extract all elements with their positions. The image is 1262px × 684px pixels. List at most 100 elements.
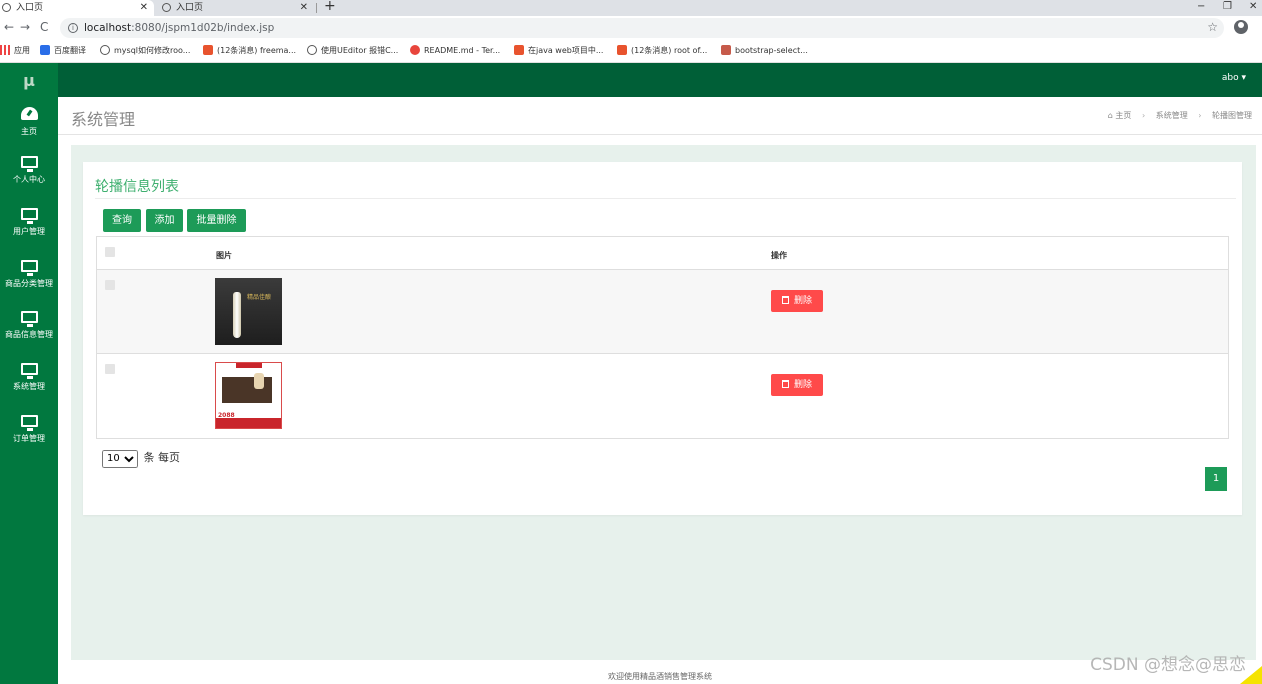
bookmark-apps[interactable]: 应用 <box>0 45 30 56</box>
bottle-promo-image: 精品佳酿 <box>215 278 282 345</box>
monitor-icon <box>20 415 38 431</box>
table-row: 精品佳酿 删除 <box>97 270 1228 354</box>
bookmark-label: bootstrap-select... <box>735 46 808 55</box>
url-host: localhost <box>84 22 132 34</box>
bookmark-item[interactable]: bootstrap-select... <box>721 45 808 56</box>
app-logo[interactable]: μ <box>0 71 58 90</box>
sidebar-item-label: 商品信息管理 <box>5 330 53 339</box>
dashboard-icon <box>20 107 38 120</box>
bookmark-item[interactable]: mysql如何修改roo... <box>100 45 190 56</box>
browser-tab-active[interactable]: 入口页 ✕ <box>0 0 154 16</box>
sidebar-item-system-management[interactable]: 系统管理 <box>0 363 58 392</box>
bookmark-label: 在java web项目中... <box>528 46 604 55</box>
browser-tab-bar: 入口页 ✕ 入口页 ✕ + − ❐ ✕ <box>0 0 1262 16</box>
promo-banner <box>216 418 281 428</box>
query-button[interactable]: 查询 <box>103 209 141 232</box>
page-size-suffix: 条 每页 <box>143 451 181 464</box>
github-icon <box>307 45 317 55</box>
add-button[interactable]: 添加 <box>146 209 183 232</box>
giftbox-graphic <box>222 377 272 403</box>
user-menu-dropdown[interactable]: abo ▾ <box>1222 73 1246 83</box>
translate-icon <box>40 45 50 55</box>
jar-graphic <box>254 373 264 389</box>
batch-delete-button[interactable]: 批量删除 <box>187 209 246 232</box>
delete-button[interactable]: 删除 <box>771 374 823 396</box>
bootstrap-icon <box>721 45 731 55</box>
bookmarks-bar: 应用 百度翻译 mysql如何修改roo... (12条消息) freema..… <box>0 40 1262 63</box>
bookmark-label: 使用UEditor 报错C... <box>321 46 399 55</box>
monitor-icon <box>20 260 38 276</box>
tab-close-icon[interactable]: ✕ <box>300 0 308 16</box>
tab-label: 入口页 <box>16 3 44 13</box>
bookmark-item[interactable]: 在java web项目中... <box>514 45 603 56</box>
image-caption: 精品佳酿 <box>247 294 272 301</box>
csdn-watermark: CSDN @想念@思恋 <box>1090 655 1246 675</box>
window-close-button[interactable]: ✕ <box>1249 0 1257 14</box>
delete-button[interactable]: 删除 <box>771 290 823 312</box>
row-checkbox[interactable] <box>105 280 115 290</box>
csdn-icon <box>617 45 627 55</box>
bookmark-item[interactable]: README.md - Ter... <box>410 45 500 56</box>
restore-button[interactable]: ❐ <box>1223 0 1232 14</box>
url-field[interactable]: i localhost:8080/jspm1d02b/index.jsp ☆ <box>60 18 1224 38</box>
sidebar-item-home[interactable]: 主页 <box>0 107 58 137</box>
bookmark-label: mysql如何修改roo... <box>114 46 191 55</box>
breadcrumb: ⌂ 主页 › 系统管理 › 轮播图管理 <box>1108 110 1252 121</box>
sidebar-item-category-management[interactable]: 商品分类管理 <box>0 260 58 289</box>
carousel-table: 图片 操作 精品佳酿 删除 2088 删除 <box>96 236 1229 439</box>
bookmark-item[interactable]: 百度翻译 <box>40 45 86 56</box>
sidebar-item-order-management[interactable]: 订单管理 <box>0 415 58 444</box>
bookmark-item[interactable]: (12条消息) freema... <box>203 45 296 56</box>
select-all-checkbox[interactable] <box>105 247 115 257</box>
globe-icon <box>162 3 171 12</box>
row-checkbox[interactable] <box>105 364 115 374</box>
panel-title: 轮播信息列表 <box>95 179 179 195</box>
monitor-icon <box>20 156 38 172</box>
bookmark-label: README.md - Ter... <box>424 46 501 55</box>
new-tab-button[interactable]: + <box>324 0 336 14</box>
sidebar-item-label: 个人中心 <box>13 175 45 184</box>
delete-label: 删除 <box>793 380 812 390</box>
bookmark-star-icon[interactable]: ☆ <box>1207 20 1218 34</box>
promo-ribbon <box>236 363 262 368</box>
url-text[interactable]: localhost:8080/jspm1d02b/index.jsp <box>84 22 274 34</box>
page-header: 系统管理 ⌂ 主页 › 系统管理 › 轮播图管理 <box>58 97 1262 135</box>
bookmark-label: 百度翻译 <box>54 46 86 55</box>
home-icon: ⌂ <box>1107 111 1113 120</box>
sidebar-item-label: 用户管理 <box>13 227 45 236</box>
breadcrumb-system[interactable]: 系统管理 <box>1156 111 1188 120</box>
browser-tab[interactable]: 入口页 ✕ <box>160 0 314 16</box>
page-size-control: 10 条 每页 <box>102 449 180 468</box>
info-icon[interactable]: i <box>68 23 78 33</box>
top-navbar: abo ▾ <box>58 63 1262 97</box>
page-size-select[interactable]: 10 <box>102 449 138 468</box>
breadcrumb-separator: › <box>1141 111 1146 120</box>
table-row: 2088 删除 <box>97 354 1228 438</box>
bottle-graphic <box>233 292 241 338</box>
address-bar: ← → C i localhost:8080/jspm1d02b/index.j… <box>0 16 1262 40</box>
sidebar-item-product-management[interactable]: 商品信息管理 <box>0 311 58 340</box>
csdn-icon <box>514 45 524 55</box>
forward-button[interactable]: → <box>20 20 30 34</box>
sidebar-item-label: 商品分类管理 <box>5 279 53 288</box>
globe-icon <box>2 3 11 12</box>
sidebar-item-user-management[interactable]: 用户管理 <box>0 208 58 237</box>
tab-close-icon[interactable]: ✕ <box>140 0 148 16</box>
bookmark-label: (12条消息) root of... <box>631 46 708 55</box>
bookmark-item[interactable]: 使用UEditor 报错C... <box>307 45 398 56</box>
giftbox-promo-image: 2088 <box>215 362 282 429</box>
back-button[interactable]: ← <box>4 20 14 34</box>
breadcrumb-home[interactable]: 主页 <box>1115 111 1131 120</box>
sidebar-item-personal-center[interactable]: 个人中心 <box>0 156 58 185</box>
minimize-button[interactable]: − <box>1197 0 1205 14</box>
carousel-list-panel: 轮播信息列表 查询 添加 批量删除 图片 操作 精品佳酿 删除 2088 删除 … <box>83 162 1242 515</box>
page-title: 系统管理 <box>71 110 136 129</box>
profile-icon[interactable] <box>1234 20 1248 34</box>
bookmark-item[interactable]: (12条消息) root of... <box>617 45 707 56</box>
image-caption: 2088 <box>218 412 235 419</box>
pagination-page-1[interactable]: 1 <box>1205 467 1227 491</box>
sidebar-item-label: 系统管理 <box>13 382 45 391</box>
breadcrumb-separator: › <box>1198 111 1202 120</box>
tab-separator <box>316 3 317 13</box>
reload-button[interactable]: C <box>40 20 48 34</box>
